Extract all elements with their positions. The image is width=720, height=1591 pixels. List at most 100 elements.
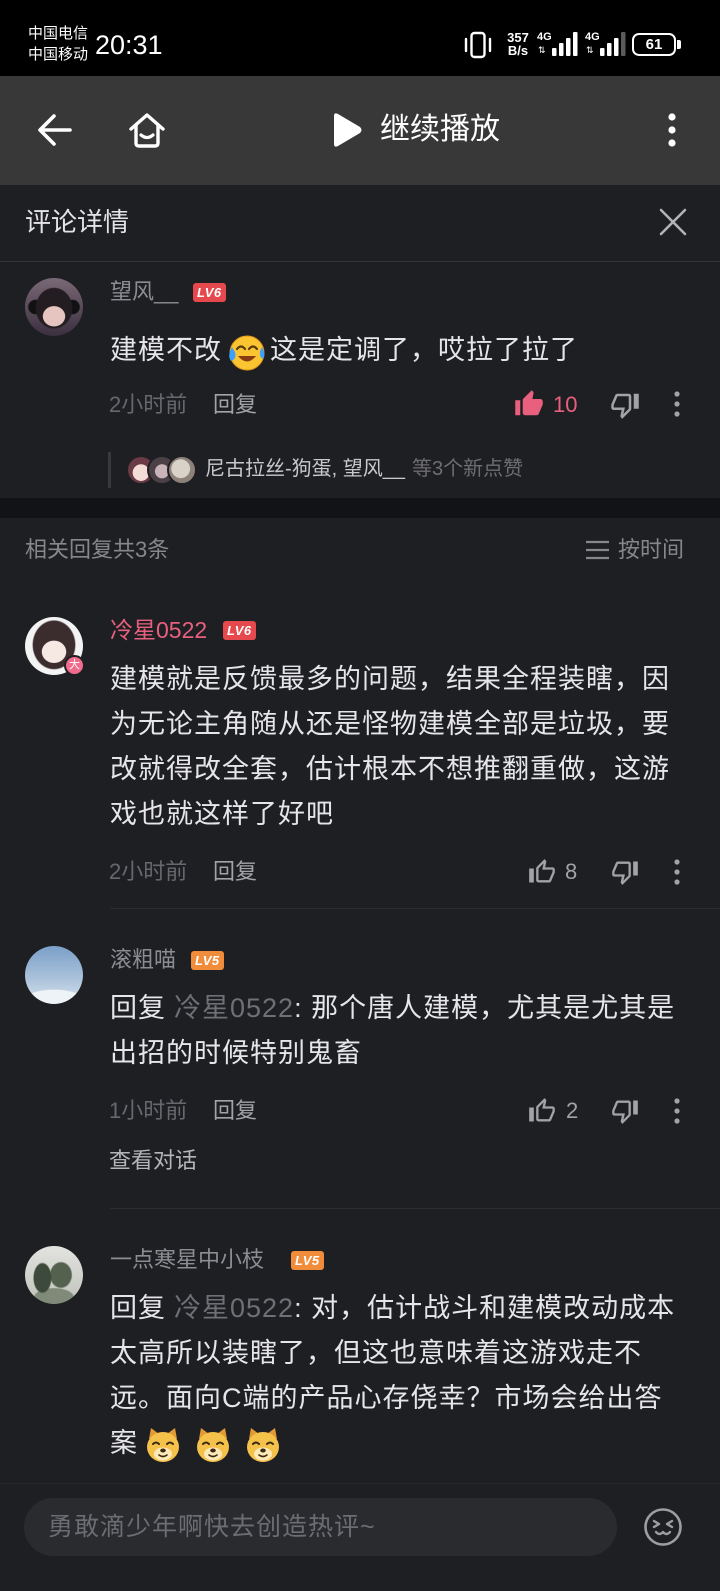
emoji-group — [138, 1427, 288, 1462]
thumbs-down-icon[interactable] — [611, 858, 639, 886]
back-arrow-icon[interactable] — [35, 112, 75, 148]
signal-bars-icon — [600, 32, 626, 56]
doge-emoji — [243, 1425, 283, 1465]
more-vertical-icon[interactable] — [664, 111, 680, 151]
sort-list-icon[interactable] — [585, 539, 610, 561]
signal-indicator-1: 4G ⇅ — [537, 31, 581, 57]
reply-divider — [110, 908, 720, 909]
status-bar: 中国电信 中国移动 20:31 357 B/s 4G ⇅ 4G ⇅ 61 — [0, 0, 720, 76]
battery-icon: 61 — [632, 33, 676, 56]
comment-text: 回复 冷星0522: 那个唐人建模，尤其是尤其是 出招的时候特别鬼畜 — [110, 986, 710, 1076]
comment-line: 远。面向C端的产品心存侥幸？市场会给出答 — [110, 1383, 663, 1413]
level-badge: LV5 — [191, 951, 224, 970]
comment-line: 为无论主角随从还是怪物建模全部是垃圾，要 — [110, 709, 670, 739]
more-vertical-icon[interactable] — [671, 390, 683, 418]
clock: 20:31 — [95, 30, 163, 60]
laugh-cry-emoji — [226, 332, 266, 372]
reply-prefix: 回复 — [110, 1293, 166, 1323]
vibrate-icon — [462, 31, 494, 59]
reply-prefix: 回复 — [110, 993, 166, 1023]
data-arrows-icon: ⇅ — [586, 45, 594, 55]
level-badge: LV6 — [223, 621, 256, 640]
username[interactable]: 望风__ — [110, 278, 178, 306]
comment-line: 出招的时候特别鬼畜 — [110, 1038, 362, 1068]
comment-line: 案 — [110, 1421, 710, 1466]
like-count: 8 — [565, 859, 578, 884]
comment-line: 回复 冷星0522: 对，估计战斗和建模改动成本 — [110, 1286, 710, 1331]
root-comment: 望风__ LV6 建模不改 这是定调了，哎拉了拉了 2小时前 回复 10 尼古拉… — [0, 262, 720, 498]
battery-tip — [677, 40, 681, 49]
thumbs-down-icon[interactable] — [611, 1097, 639, 1125]
reply-button[interactable]: 回复 — [213, 859, 257, 885]
reply-item: 一点寒星中小枝 LV5 回复 冷星0522: 对，估计战斗和建模改动成本 太高所以… — [0, 1230, 720, 1483]
network-speed: 357 B/s — [503, 31, 533, 57]
thumbs-down-icon[interactable] — [610, 390, 640, 420]
continue-playing-button[interactable]: 继续播放 — [380, 112, 500, 148]
likers-summary[interactable]: 尼古拉丝-狗蛋, 望风__ 等3个新点赞 — [205, 456, 523, 482]
likers-count: 等3个新点赞 — [412, 458, 524, 480]
avatar[interactable] — [25, 278, 83, 336]
emoji-face-icon[interactable] — [643, 1507, 683, 1547]
comment-text-part: : 对，估计战斗和建模改动成本 — [294, 1293, 676, 1323]
liker-names: 尼古拉丝-狗蛋, 望风__ — [205, 458, 406, 480]
comment-line: 建模不改 这是定调了，哎拉了拉了 — [110, 328, 710, 372]
home-icon[interactable] — [126, 109, 168, 151]
reply-button[interactable]: 回复 — [213, 1098, 257, 1124]
comment-line: 改就得改全套，估计根本不想推翻重做，这游 — [110, 754, 670, 784]
comment-text-part: 这是定调了，哎拉了拉了 — [270, 335, 578, 365]
more-vertical-icon[interactable] — [671, 1097, 683, 1125]
signal-bars-icon — [552, 32, 578, 56]
replies-count: 相关回复共3条 — [25, 537, 170, 562]
mention-link[interactable]: 冷星0522 — [174, 1293, 294, 1323]
timestamp: 2小时前 — [109, 392, 188, 417]
replies-header: 相关回复共3条 按时间 — [0, 518, 720, 582]
username[interactable]: 滚粗喵 — [110, 946, 176, 974]
thumbs-up-icon[interactable] — [528, 858, 556, 886]
comment-text: 建模就是反馈最多的问题，结果全程装瞎，因 为无论主角随从还是怪物建模全部是垃圾，… — [110, 657, 710, 837]
comment-line: 回复 冷星0522: 那个唐人建模，尤其是尤其是 — [110, 986, 710, 1031]
network-type-label: 4G — [537, 31, 552, 43]
comment-text-part: 案 — [110, 1428, 138, 1458]
timestamp: 2小时前 — [109, 859, 188, 884]
data-arrows-icon: ⇅ — [538, 45, 546, 55]
comment-line: 太高所以装瞎了，但这也意味着这游戏走不 — [110, 1338, 642, 1368]
comment-input[interactable] — [24, 1498, 617, 1556]
sort-by-time-button[interactable]: 按时间 — [618, 537, 684, 563]
comment-line: 建模就是反馈最多的问题，结果全程装瞎，因 — [110, 664, 670, 694]
signal-indicator-2: 4G ⇅ — [585, 31, 629, 57]
avatar[interactable] — [25, 1246, 83, 1304]
top-nav-bar: 继续播放 — [0, 76, 720, 185]
reply-button[interactable]: 回复 — [213, 392, 257, 418]
comment-text-part: 建模不改 — [110, 335, 222, 365]
thumbs-up-icon[interactable] — [528, 1097, 556, 1125]
doge-emoji — [193, 1425, 233, 1465]
avatar[interactable] — [25, 946, 83, 1004]
username[interactable]: 一点寒星中小枝 — [110, 1246, 264, 1274]
network-speed-unit: B/s — [507, 43, 529, 58]
reply-divider — [110, 1208, 720, 1209]
vip-badge: 大 — [64, 655, 85, 676]
comment-text: 回复 冷星0522: 对，估计战斗和建模改动成本 太高所以装瞎了，但这也意味着这游… — [110, 1286, 710, 1468]
comment-detail-header: 评论详情 — [0, 185, 720, 262]
mention-link[interactable]: 冷星0522 — [174, 993, 294, 1023]
likers-divider — [108, 452, 111, 488]
carrier-1: 中国电信 — [28, 25, 89, 42]
play-icon[interactable] — [330, 111, 364, 149]
timestamp: 1小时前 — [109, 1098, 188, 1123]
like-count: 2 — [566, 1098, 579, 1123]
panel-title: 评论详情 — [25, 207, 130, 237]
close-icon[interactable] — [657, 206, 689, 238]
comment-text-part: : 那个唐人建模，尤其是尤其是 — [294, 993, 676, 1023]
comment-composer — [0, 1483, 720, 1591]
reply-item: 大 冷星0522 LV6 建模就是反馈最多的问题，结果全程装瞎，因 为无论主角随… — [0, 600, 720, 909]
view-conversation-link[interactable]: 查看对话 — [109, 1147, 197, 1175]
liker-avatar — [167, 455, 197, 485]
level-badge: LV5 — [291, 1251, 324, 1270]
network-type-label: 4G — [585, 31, 600, 43]
carrier-2: 中国移动 — [28, 46, 89, 63]
username[interactable]: 冷星0522 — [110, 616, 207, 644]
comment-line: 戏也就这样了好吧 — [110, 799, 334, 829]
thumbs-up-icon[interactable] — [514, 389, 544, 419]
more-vertical-icon[interactable] — [671, 858, 683, 886]
battery-level: 61 — [645, 36, 663, 53]
